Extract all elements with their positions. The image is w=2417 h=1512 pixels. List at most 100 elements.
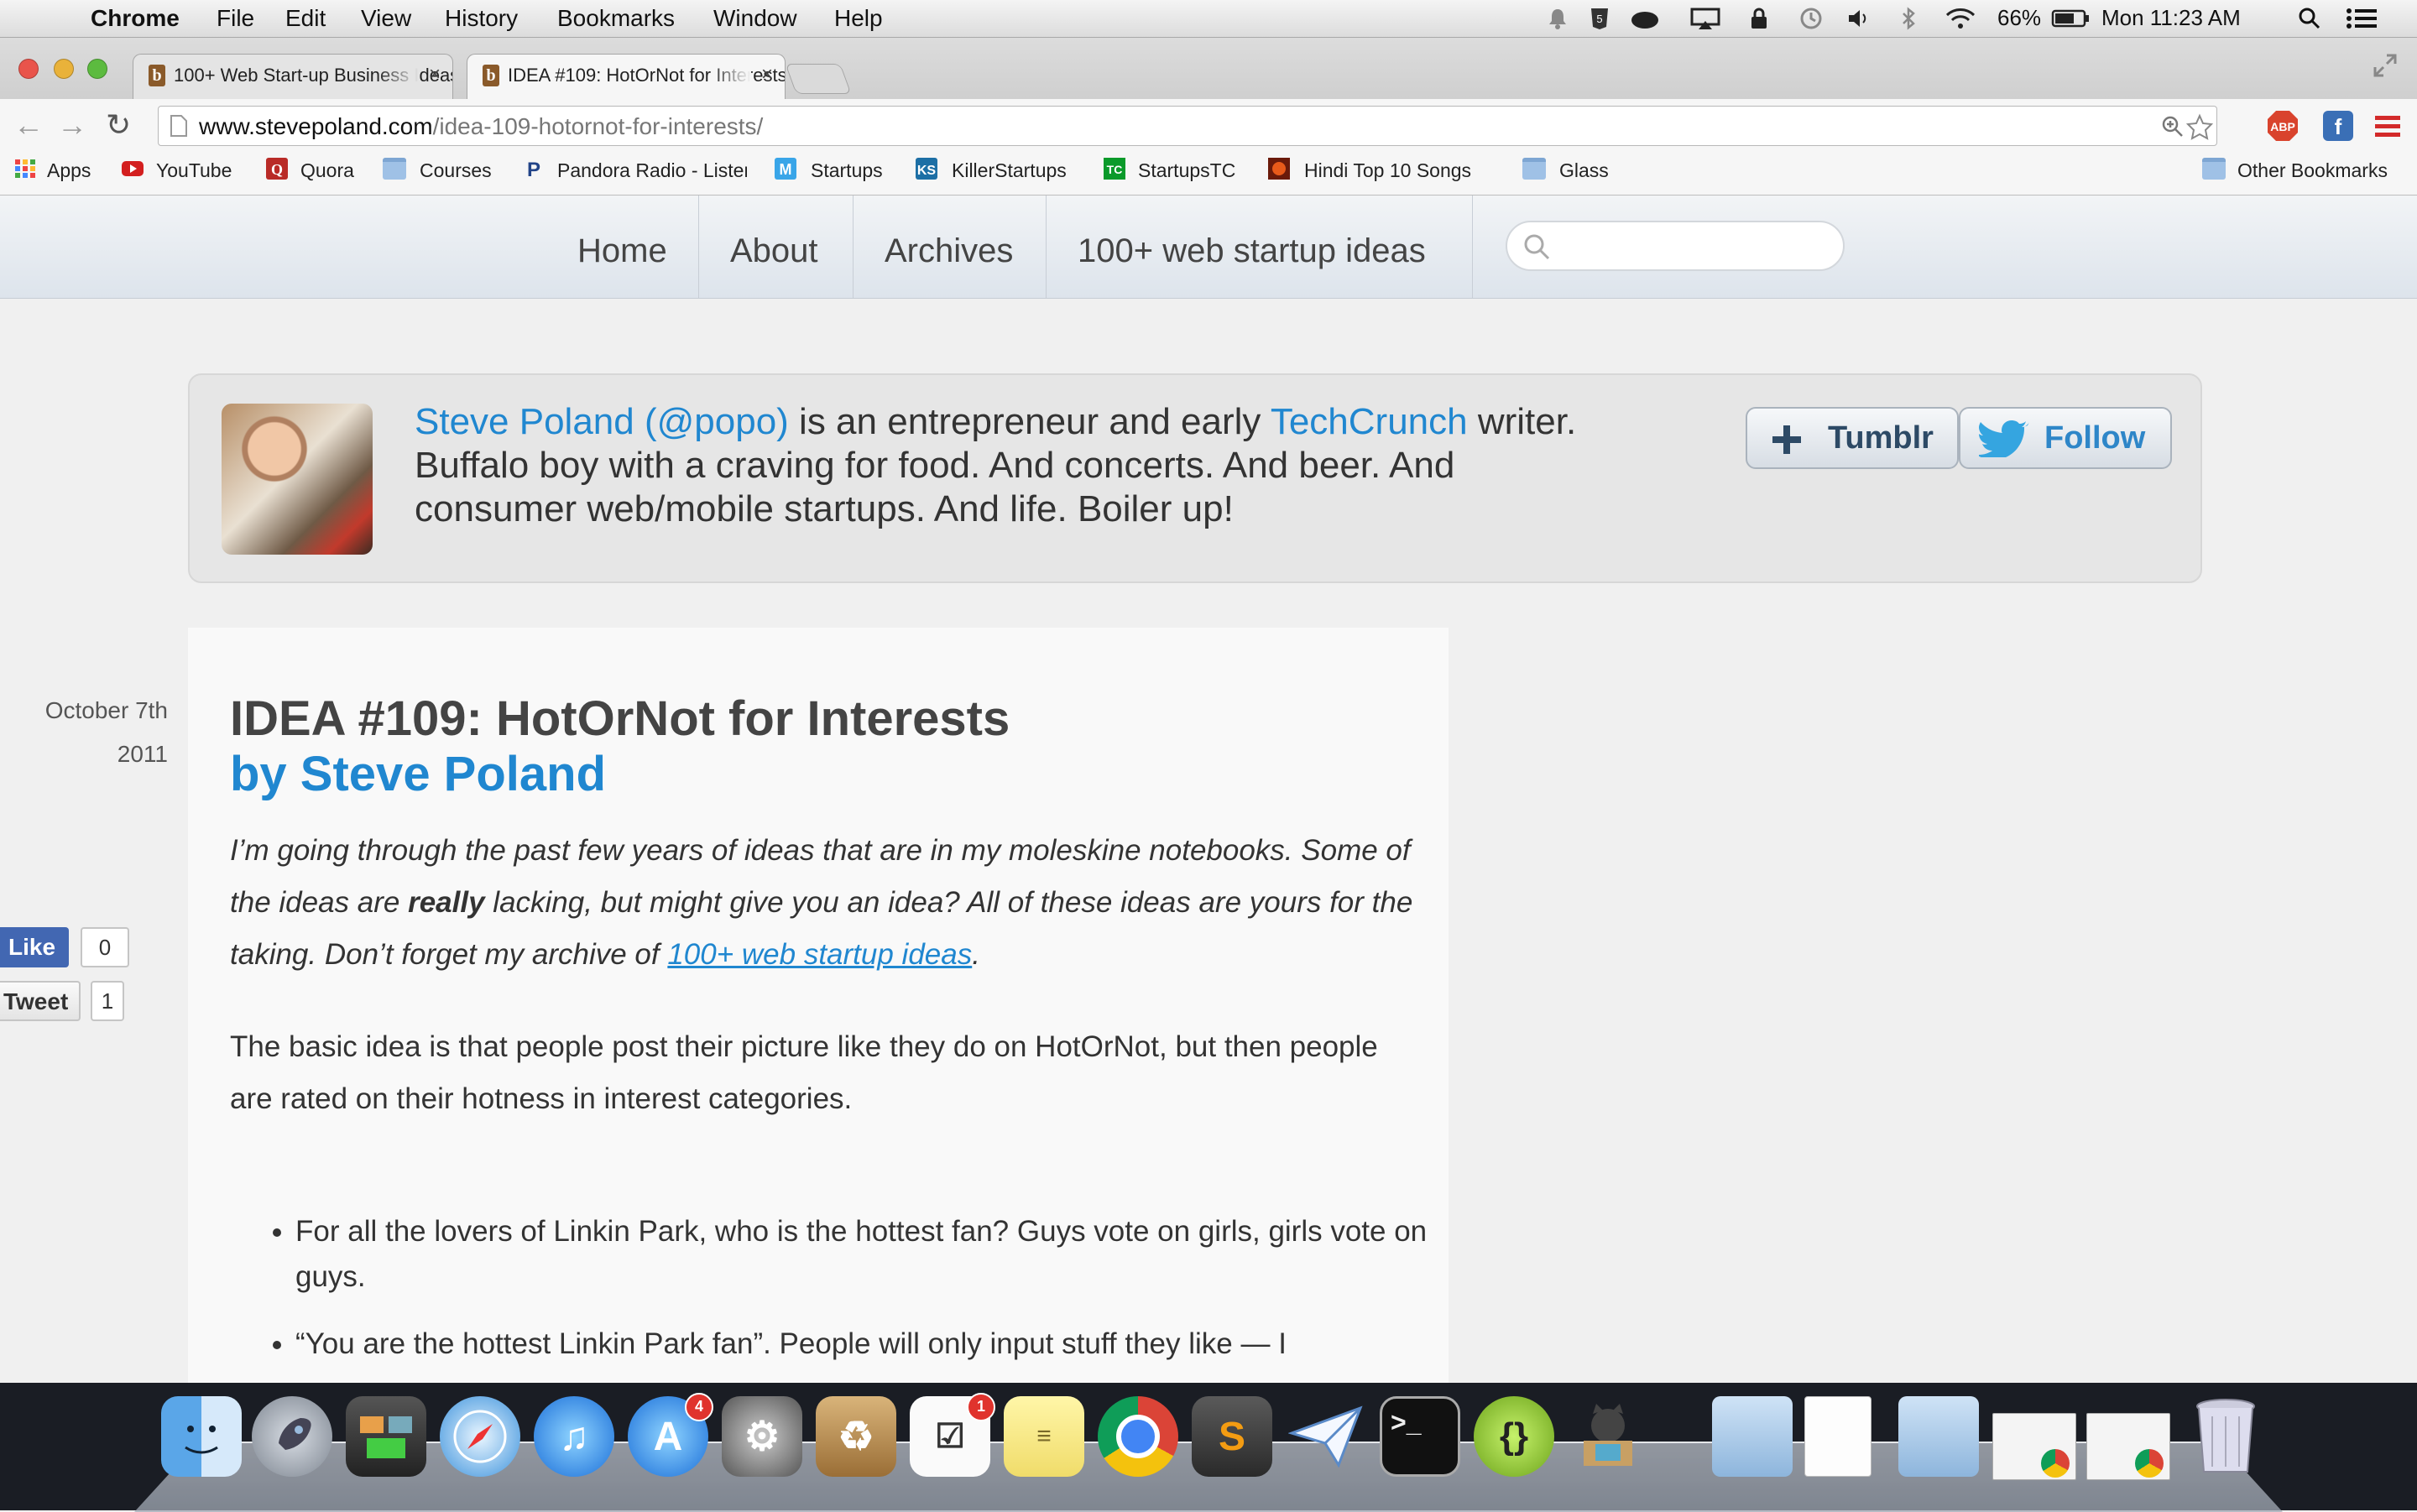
airplay-icon[interactable] [1690,7,1720,30]
bookmark-courses[interactable]: Courses [420,159,492,182]
window-zoom-button[interactable] [87,59,107,79]
bookmark-glass[interactable]: Glass [1559,159,1609,182]
site-search-input[interactable] [1506,221,1845,271]
sublime-text-icon[interactable]: S [1192,1396,1272,1477]
youtube-icon [122,161,144,176]
archive-link[interactable]: 100+ web startup ideas [667,938,972,971]
bookmark-killerstartups[interactable]: KillerStartups [952,159,1067,182]
author-bio-box: Steve Poland (@popo) is an entrepreneur … [188,373,2202,583]
folder-icon[interactable] [1712,1396,1793,1477]
itunes-music-note-icon[interactable]: ♫ [534,1396,614,1477]
nav-about[interactable]: About [730,232,818,270]
post-byline[interactable]: by Steve Poland [230,746,606,802]
new-tab-button[interactable] [785,64,852,94]
volume-icon[interactable] [1846,7,1870,30]
json-braces-icon[interactable]: {} [1474,1396,1554,1477]
folder-icon[interactable] [1898,1396,1979,1477]
window-close-button[interactable] [18,59,39,79]
post-title[interactable]: IDEA #109: HotOrNot for Interests [230,691,1010,747]
bookmark-hindi-songs[interactable]: Hindi Top 10 Songs [1304,159,1494,182]
bookmark-quora[interactable]: Quora [300,159,354,182]
tab-idea-109[interactable]: b IDEA #109: HotOrNot for Interests × [467,54,786,99]
svg-text:ABP: ABP [2270,120,2295,133]
html5-icon[interactable]: 5 [1588,7,1611,30]
window-minimize-button[interactable] [54,59,74,79]
bookmark-star-icon[interactable] [2186,113,2213,140]
chrome-window-thumbnail[interactable] [1992,1413,2076,1480]
cloud-app-icon[interactable] [1630,7,1660,30]
system-preferences-gear-icon[interactable]: ⚙ [722,1396,802,1477]
svg-text:KS: KS [917,164,937,178]
time-machine-icon[interactable] [1799,7,1823,30]
trash-icon[interactable] [2185,1396,2266,1477]
svg-text:f: f [2335,114,2342,139]
safari-compass-icon[interactable] [440,1396,520,1477]
web-page: Home About Archives 100+ web startup ide… [0,196,2417,1383]
address-bar[interactable]: www.stevepoland.com/idea-109-hotornot-fo… [158,106,2217,146]
menu-edit[interactable]: Edit [285,5,326,32]
spotlight-search-icon[interactable] [2298,7,2321,30]
recycle-box-icon[interactable]: ♻ [816,1396,896,1477]
adblock-plus-icon[interactable]: ABP [2266,109,2300,143]
quora-icon: Q [266,158,288,180]
document-icon[interactable] [1804,1396,1871,1477]
menu-bookmarks[interactable]: Bookmarks [557,5,675,32]
folder-icon [1522,158,1546,180]
bookmark-youtube[interactable]: YouTube [156,159,232,182]
notification-bell-icon[interactable] [1546,7,1569,30]
like-count: 0 [81,927,129,967]
zoom-icon[interactable] [2161,115,2185,138]
nav-home[interactable]: Home [577,232,667,270]
paper-plane-icon[interactable] [1286,1396,1366,1477]
back-arrow-icon[interactable]: ← [13,107,44,143]
forward-arrow-icon[interactable]: → [57,107,87,143]
reload-icon[interactable]: ↻ [106,107,131,143]
search-icon [1524,234,1550,260]
author-name-link[interactable]: Steve Poland (@popo) [415,401,789,442]
tab-close-icon[interactable]: × [429,63,441,86]
facebook-like-button[interactable]: Like [0,927,69,967]
finder-icon[interactable] [161,1396,242,1477]
menu-help[interactable]: Help [834,5,883,32]
github-octocat-icon[interactable] [1568,1396,1648,1477]
tweet-count: 1 [91,981,124,1021]
chrome-icon[interactable] [1098,1396,1178,1477]
lock-icon[interactable] [1747,7,1771,30]
menu-file[interactable]: File [217,5,254,32]
bookmark-apps[interactable]: Apps [47,159,91,182]
author-avatar[interactable] [222,404,373,555]
wifi-icon[interactable] [1944,7,1977,30]
menu-clock[interactable]: Mon 11:23 AM [2101,5,2241,31]
follow-label: Follow [2044,420,2146,456]
stickies-notes-icon[interactable]: ≡ [1004,1396,1084,1477]
tab-web-startup-ideas[interactable]: b 100+ Web Start-up Business Ideas × [133,54,453,99]
menu-view[interactable]: View [361,5,411,32]
bookmark-startups[interactable]: Startups [811,159,883,182]
chrome-window-thumbnail[interactable] [2086,1413,2170,1480]
nav-archives[interactable]: Archives [885,232,1013,270]
battery-icon[interactable] [2051,7,2090,30]
post-date-day: October 7th [44,697,168,723]
menu-window[interactable]: Window [713,5,797,32]
terminal-icon[interactable]: >_ [1380,1396,1460,1477]
bookmark-other[interactable]: Other Bookmarks [2237,159,2388,182]
launchpad-rocket-icon[interactable] [252,1396,332,1477]
tab-close-icon[interactable]: × [761,63,773,86]
notification-center-icon[interactable] [2345,7,2378,30]
tumblr-follow-button[interactable]: Tumblr [1746,407,1959,469]
mission-control-icon[interactable] [346,1396,426,1477]
bookmark-startupstc[interactable]: StartupsTC [1138,159,1235,182]
bookmark-pandora[interactable]: Pandora Radio - Listen [557,159,747,182]
bluetooth-icon[interactable] [1897,7,1920,30]
extension-icon[interactable]: f [2321,109,2355,143]
menu-app-name[interactable]: Chrome [91,5,180,32]
nav-startup-ideas[interactable]: 100+ web startup ideas [1078,232,1426,270]
list-item: “You are the hottest Linkin Park fan”. P… [295,1322,1454,1367]
twitter-follow-button[interactable]: Follow [1959,407,2172,469]
fullscreen-icon[interactable] [2372,52,2399,79]
url-host: www.stevepoland.com [199,113,433,139]
techcrunch-link[interactable]: TechCrunch [1271,401,1468,442]
chrome-menu-icon[interactable] [2373,112,2402,139]
tweet-button[interactable]: Tweet [0,981,81,1021]
menu-history[interactable]: History [445,5,518,32]
